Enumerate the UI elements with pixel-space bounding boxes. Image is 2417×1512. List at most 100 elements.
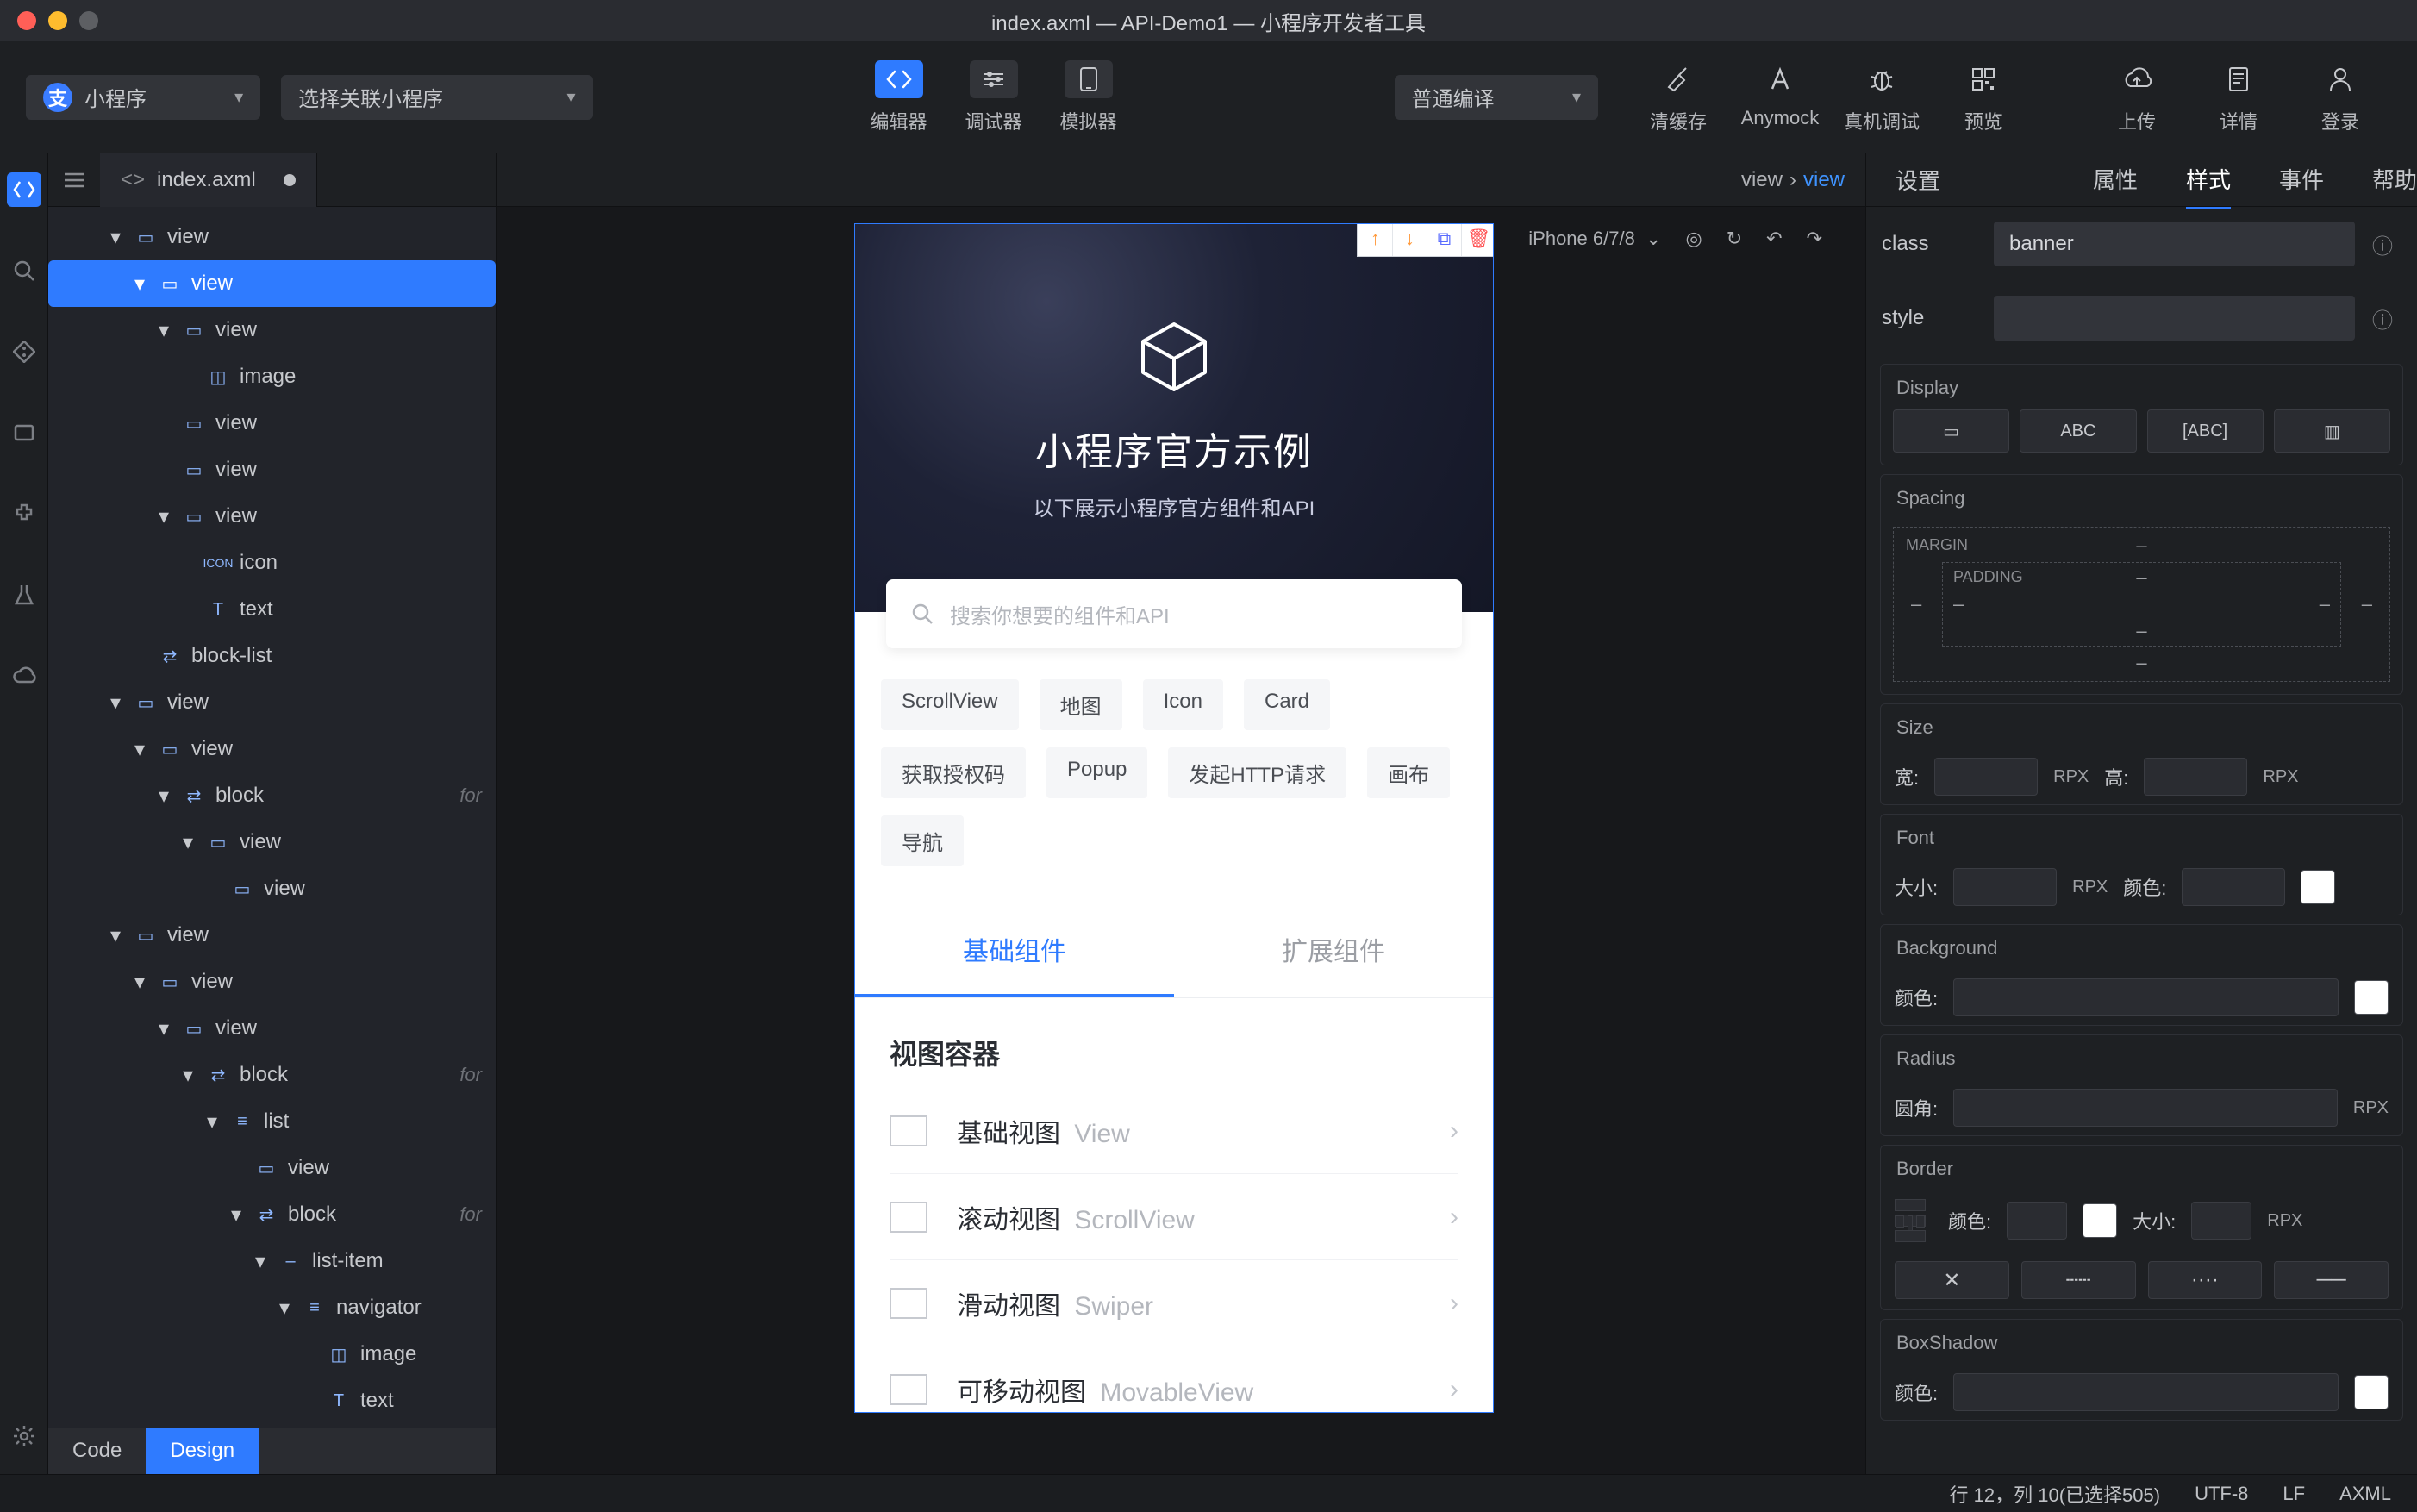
status-position[interactable]: 行 12，列 10(已选择505) [1950,1480,2161,1508]
bs-color-swatch[interactable] [2354,1375,2389,1409]
tree-node[interactable]: ▾ ▭ view [48,493,496,540]
rail-design-icon[interactable] [7,172,41,207]
tree-node[interactable]: T text [48,586,496,633]
list-item[interactable]: 滚动视图 ScrollView › [890,1174,1458,1260]
tree-node[interactable]: ▾ ▭ view [48,1005,496,1052]
real-debug-button[interactable]: 真机调试 [1831,60,1933,134]
tree-node[interactable]: ▾ ▭ view [48,912,496,959]
upload-button[interactable]: 上传 [2086,60,2188,134]
class-input[interactable] [1994,222,2355,266]
status-lang[interactable]: AXML [2339,1483,2391,1505]
component-tree[interactable]: ▾ ▭ view ▾ ▭ view ▾ ▭ view ◫ image ▭ vie… [48,207,496,1428]
radius-input[interactable] [1953,1089,2338,1127]
display-option[interactable]: ABC [2020,409,2136,453]
border-color-input[interactable] [2007,1202,2067,1240]
chip[interactable]: 地图 [1040,679,1122,730]
border-solid-button[interactable]: ── [2274,1261,2389,1299]
font-color-swatch[interactable] [2301,870,2335,904]
tab-event[interactable]: 事件 [2279,151,2324,209]
font-size-input[interactable] [1953,868,2057,906]
tree-node[interactable]: ▭ view [48,400,496,447]
rail-extension-icon[interactable] [7,497,41,531]
tree-node[interactable]: ▭ view [48,865,496,912]
chip[interactable]: ScrollView [881,679,1019,730]
details-button[interactable]: 详情 [2188,60,2289,134]
tree-node[interactable]: ▾ ▭ view [48,307,496,353]
preview-button[interactable]: 预览 [1933,60,2034,134]
tree-node[interactable]: T text [48,1378,496,1424]
redo-icon[interactable]: ↷ [1807,228,1822,250]
bs-color-input[interactable] [1953,1373,2339,1411]
rail-git-icon[interactable] [7,334,41,369]
sel-down-icon[interactable]: ↓ [1392,224,1427,256]
debugger-button[interactable]: 调试器 [946,60,1041,134]
width-input[interactable] [1934,758,2038,796]
chip[interactable]: 画布 [1367,747,1450,798]
zoom-window-icon[interactable] [79,11,98,30]
mode-design-button[interactable]: Design [146,1428,259,1474]
chip[interactable]: Popup [1046,747,1147,798]
chip[interactable]: Icon [1143,679,1223,730]
info-icon[interactable]: ⓘ [2372,303,2393,334]
tab-style[interactable]: 样式 [2186,151,2231,209]
minimize-window-icon[interactable] [48,11,67,30]
tab-attr[interactable]: 属性 [2093,151,2138,209]
anymock-button[interactable]: Anymock [1729,60,1831,129]
chip[interactable]: 发起HTTP请求 [1168,747,1346,798]
app-type-select[interactable]: 支 小程序 ▾ [26,75,260,120]
height-input[interactable] [2144,758,2247,796]
undo-icon[interactable]: ↶ [1766,228,1782,250]
box-model[interactable]: MARGIN – – – – PADDING – – – – [1893,527,2390,682]
tree-node[interactable]: ▾ ▭ view [48,679,496,726]
style-input[interactable] [1994,296,2355,341]
tree-node[interactable]: ▾ ▭ view [48,726,496,772]
tree-node[interactable]: ▾ – list-item [48,1238,496,1284]
device-label[interactable]: iPhone 6/7/8 ⌄ [1528,228,1661,250]
clear-cache-button[interactable]: 清缓存 [1627,60,1729,134]
linked-app-select[interactable]: 选择关联小程序 ▾ [281,75,592,120]
list-item[interactable]: 滑动视图 Swiper › [890,1260,1458,1346]
display-option[interactable]: ▥ [2274,409,2390,453]
simulator-button[interactable]: 模拟器 [1041,60,1136,134]
simulator-viewport[interactable]: ↑ ↓ ⧉ 🗑 小程序官方示例 以下展示小程序官方组件和API 搜索你想要的组件… [855,224,1493,1412]
list-item[interactable]: 可移动视图 MovableView › [890,1346,1458,1412]
refresh-icon[interactable]: ↻ [1727,228,1742,250]
status-eol[interactable]: LF [2283,1483,2305,1505]
tree-node[interactable]: ◫ image [48,353,496,400]
status-encoding[interactable]: UTF-8 [2195,1483,2248,1505]
list-item[interactable]: 基础视图 View › [890,1088,1458,1174]
editor-button[interactable]: 编辑器 [852,60,946,134]
tree-node[interactable]: ▾ ≡ list [48,1098,496,1145]
outline-toggle-icon[interactable] [48,172,100,189]
display-option[interactable]: ▭ [1893,409,2009,453]
target-icon[interactable]: ◎ [1685,228,1702,250]
compile-select[interactable]: 普通编译 ▾ [1395,75,1598,120]
tree-node[interactable]: ▾ ▭ view [48,260,496,307]
tree-node[interactable]: ▾ ⇄ block for [48,1052,496,1098]
rail-flask-icon[interactable] [7,578,41,612]
tree-node[interactable]: ▾ ▭ view [48,819,496,865]
rail-search-icon[interactable] [7,253,41,288]
file-tab[interactable]: <> index.axml [100,153,317,207]
breadcrumb-item[interactable]: view [1741,168,1783,192]
tab-basic-components[interactable]: 基础组件 [855,904,1174,997]
tab-ext-components[interactable]: 扩展组件 [1174,904,1493,997]
tree-node[interactable]: ▭ view [48,1145,496,1191]
settings-label[interactable]: 设置 [1896,164,1940,196]
font-color-input[interactable] [2182,868,2285,906]
bg-color-swatch[interactable] [2354,980,2389,1015]
tree-node[interactable]: ▾ ≡ navigator [48,1284,496,1331]
tree-node[interactable]: ▭ view [48,447,496,493]
tree-node[interactable]: ▾ ⇄ block for [48,1191,496,1238]
border-dashed-button[interactable]: ┄┄ [2021,1261,2136,1299]
rail-npm-icon[interactable] [7,415,41,450]
display-option[interactable]: [ABC] [2147,409,2264,453]
rail-cloud-icon[interactable] [7,659,41,693]
sel-up-icon[interactable]: ↑ [1358,224,1392,256]
border-size-input[interactable] [2191,1202,2251,1240]
mode-code-button[interactable]: Code [48,1428,146,1474]
bg-color-input[interactable] [1953,978,2339,1016]
info-icon[interactable]: ⓘ [2372,229,2393,259]
breadcrumb-item[interactable]: view [1803,168,1845,192]
tab-help[interactable]: 帮助 [2372,151,2417,209]
